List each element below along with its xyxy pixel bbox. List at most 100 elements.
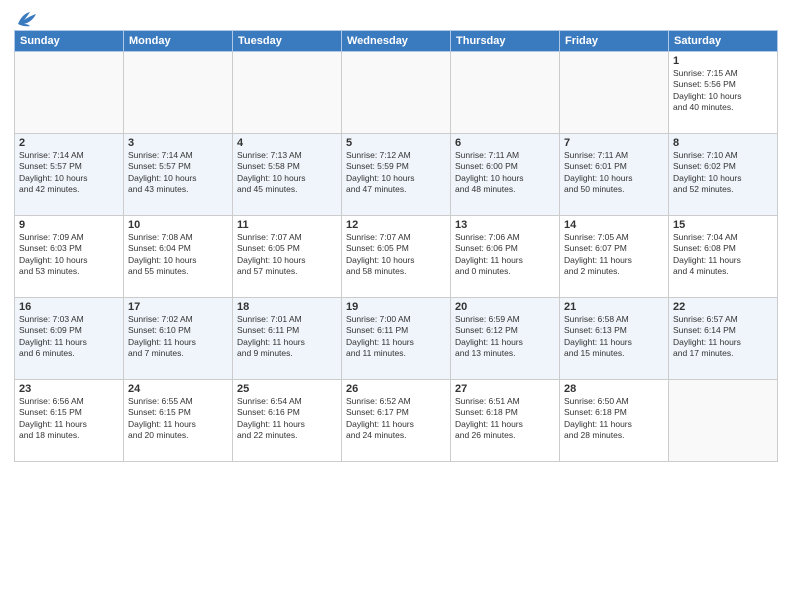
calendar-cell: 23Sunrise: 6:56 AM Sunset: 6:15 PM Dayli… <box>15 380 124 462</box>
calendar-cell <box>233 52 342 134</box>
day-number: 18 <box>237 301 337 313</box>
day-info: Sunrise: 7:15 AM Sunset: 5:56 PM Dayligh… <box>673 68 773 114</box>
day-info: Sunrise: 7:07 AM Sunset: 6:05 PM Dayligh… <box>346 232 446 278</box>
header <box>14 10 778 24</box>
day-number: 9 <box>19 219 119 231</box>
day-info: Sunrise: 7:04 AM Sunset: 6:08 PM Dayligh… <box>673 232 773 278</box>
calendar-cell: 24Sunrise: 6:55 AM Sunset: 6:15 PM Dayli… <box>124 380 233 462</box>
day-info: Sunrise: 7:00 AM Sunset: 6:11 PM Dayligh… <box>346 314 446 360</box>
day-number: 28 <box>564 383 664 395</box>
day-number: 4 <box>237 137 337 149</box>
calendar-table: SundayMondayTuesdayWednesdayThursdayFrid… <box>14 30 778 462</box>
day-number: 8 <box>673 137 773 149</box>
week-row-4: 16Sunrise: 7:03 AM Sunset: 6:09 PM Dayli… <box>15 298 778 380</box>
calendar-cell <box>669 380 778 462</box>
day-number: 17 <box>128 301 228 313</box>
day-info: Sunrise: 7:08 AM Sunset: 6:04 PM Dayligh… <box>128 232 228 278</box>
day-info: Sunrise: 6:55 AM Sunset: 6:15 PM Dayligh… <box>128 396 228 442</box>
week-row-3: 9Sunrise: 7:09 AM Sunset: 6:03 PM Daylig… <box>15 216 778 298</box>
calendar-cell: 3Sunrise: 7:14 AM Sunset: 5:57 PM Daylig… <box>124 134 233 216</box>
day-number: 13 <box>455 219 555 231</box>
calendar-cell: 7Sunrise: 7:11 AM Sunset: 6:01 PM Daylig… <box>560 134 669 216</box>
day-info: Sunrise: 7:14 AM Sunset: 5:57 PM Dayligh… <box>19 150 119 196</box>
calendar-cell <box>451 52 560 134</box>
col-header-thursday: Thursday <box>451 31 560 52</box>
calendar-cell: 5Sunrise: 7:12 AM Sunset: 5:59 PM Daylig… <box>342 134 451 216</box>
day-info: Sunrise: 6:52 AM Sunset: 6:17 PM Dayligh… <box>346 396 446 442</box>
calendar-cell: 10Sunrise: 7:08 AM Sunset: 6:04 PM Dayli… <box>124 216 233 298</box>
week-row-2: 2Sunrise: 7:14 AM Sunset: 5:57 PM Daylig… <box>15 134 778 216</box>
logo <box>14 10 38 24</box>
day-info: Sunrise: 7:10 AM Sunset: 6:02 PM Dayligh… <box>673 150 773 196</box>
calendar-cell: 4Sunrise: 7:13 AM Sunset: 5:58 PM Daylig… <box>233 134 342 216</box>
calendar-cell: 13Sunrise: 7:06 AM Sunset: 6:06 PM Dayli… <box>451 216 560 298</box>
day-info: Sunrise: 7:07 AM Sunset: 6:05 PM Dayligh… <box>237 232 337 278</box>
calendar-cell: 15Sunrise: 7:04 AM Sunset: 6:08 PM Dayli… <box>669 216 778 298</box>
calendar-cell: 17Sunrise: 7:02 AM Sunset: 6:10 PM Dayli… <box>124 298 233 380</box>
calendar-cell <box>342 52 451 134</box>
col-header-wednesday: Wednesday <box>342 31 451 52</box>
day-number: 25 <box>237 383 337 395</box>
day-info: Sunrise: 7:11 AM Sunset: 6:01 PM Dayligh… <box>564 150 664 196</box>
calendar-cell <box>124 52 233 134</box>
day-number: 3 <box>128 137 228 149</box>
day-number: 6 <box>455 137 555 149</box>
calendar-cell: 12Sunrise: 7:07 AM Sunset: 6:05 PM Dayli… <box>342 216 451 298</box>
day-number: 20 <box>455 301 555 313</box>
calendar-cell: 26Sunrise: 6:52 AM Sunset: 6:17 PM Dayli… <box>342 380 451 462</box>
calendar-cell: 20Sunrise: 6:59 AM Sunset: 6:12 PM Dayli… <box>451 298 560 380</box>
calendar-cell: 18Sunrise: 7:01 AM Sunset: 6:11 PM Dayli… <box>233 298 342 380</box>
day-info: Sunrise: 6:50 AM Sunset: 6:18 PM Dayligh… <box>564 396 664 442</box>
day-number: 16 <box>19 301 119 313</box>
col-header-friday: Friday <box>560 31 669 52</box>
day-info: Sunrise: 6:58 AM Sunset: 6:13 PM Dayligh… <box>564 314 664 360</box>
calendar-cell <box>560 52 669 134</box>
day-number: 2 <box>19 137 119 149</box>
day-info: Sunrise: 7:11 AM Sunset: 6:00 PM Dayligh… <box>455 150 555 196</box>
calendar-cell: 11Sunrise: 7:07 AM Sunset: 6:05 PM Dayli… <box>233 216 342 298</box>
calendar-cell: 2Sunrise: 7:14 AM Sunset: 5:57 PM Daylig… <box>15 134 124 216</box>
day-number: 11 <box>237 219 337 231</box>
day-info: Sunrise: 6:51 AM Sunset: 6:18 PM Dayligh… <box>455 396 555 442</box>
header-row: SundayMondayTuesdayWednesdayThursdayFrid… <box>15 31 778 52</box>
day-info: Sunrise: 7:13 AM Sunset: 5:58 PM Dayligh… <box>237 150 337 196</box>
col-header-tuesday: Tuesday <box>233 31 342 52</box>
calendar-cell: 14Sunrise: 7:05 AM Sunset: 6:07 PM Dayli… <box>560 216 669 298</box>
logo-text <box>14 10 38 28</box>
calendar-cell: 6Sunrise: 7:11 AM Sunset: 6:00 PM Daylig… <box>451 134 560 216</box>
day-number: 24 <box>128 383 228 395</box>
week-row-1: 1Sunrise: 7:15 AM Sunset: 5:56 PM Daylig… <box>15 52 778 134</box>
day-number: 23 <box>19 383 119 395</box>
calendar-cell: 8Sunrise: 7:10 AM Sunset: 6:02 PM Daylig… <box>669 134 778 216</box>
page: SundayMondayTuesdayWednesdayThursdayFrid… <box>0 0 792 612</box>
day-info: Sunrise: 7:05 AM Sunset: 6:07 PM Dayligh… <box>564 232 664 278</box>
col-header-monday: Monday <box>124 31 233 52</box>
day-number: 7 <box>564 137 664 149</box>
week-row-5: 23Sunrise: 6:56 AM Sunset: 6:15 PM Dayli… <box>15 380 778 462</box>
day-number: 26 <box>346 383 446 395</box>
calendar-cell: 27Sunrise: 6:51 AM Sunset: 6:18 PM Dayli… <box>451 380 560 462</box>
day-info: Sunrise: 7:14 AM Sunset: 5:57 PM Dayligh… <box>128 150 228 196</box>
day-number: 27 <box>455 383 555 395</box>
col-header-saturday: Saturday <box>669 31 778 52</box>
logo-bird-icon <box>16 10 38 28</box>
day-info: Sunrise: 6:59 AM Sunset: 6:12 PM Dayligh… <box>455 314 555 360</box>
day-info: Sunrise: 6:54 AM Sunset: 6:16 PM Dayligh… <box>237 396 337 442</box>
day-info: Sunrise: 7:06 AM Sunset: 6:06 PM Dayligh… <box>455 232 555 278</box>
calendar-cell: 25Sunrise: 6:54 AM Sunset: 6:16 PM Dayli… <box>233 380 342 462</box>
day-number: 10 <box>128 219 228 231</box>
calendar-cell: 9Sunrise: 7:09 AM Sunset: 6:03 PM Daylig… <box>15 216 124 298</box>
calendar-cell <box>15 52 124 134</box>
day-number: 19 <box>346 301 446 313</box>
day-number: 1 <box>673 55 773 67</box>
day-info: Sunrise: 6:57 AM Sunset: 6:14 PM Dayligh… <box>673 314 773 360</box>
day-info: Sunrise: 7:12 AM Sunset: 5:59 PM Dayligh… <box>346 150 446 196</box>
day-info: Sunrise: 7:03 AM Sunset: 6:09 PM Dayligh… <box>19 314 119 360</box>
calendar-cell: 16Sunrise: 7:03 AM Sunset: 6:09 PM Dayli… <box>15 298 124 380</box>
day-number: 12 <box>346 219 446 231</box>
calendar-cell: 21Sunrise: 6:58 AM Sunset: 6:13 PM Dayli… <box>560 298 669 380</box>
day-number: 5 <box>346 137 446 149</box>
col-header-sunday: Sunday <box>15 31 124 52</box>
day-info: Sunrise: 7:02 AM Sunset: 6:10 PM Dayligh… <box>128 314 228 360</box>
day-number: 21 <box>564 301 664 313</box>
